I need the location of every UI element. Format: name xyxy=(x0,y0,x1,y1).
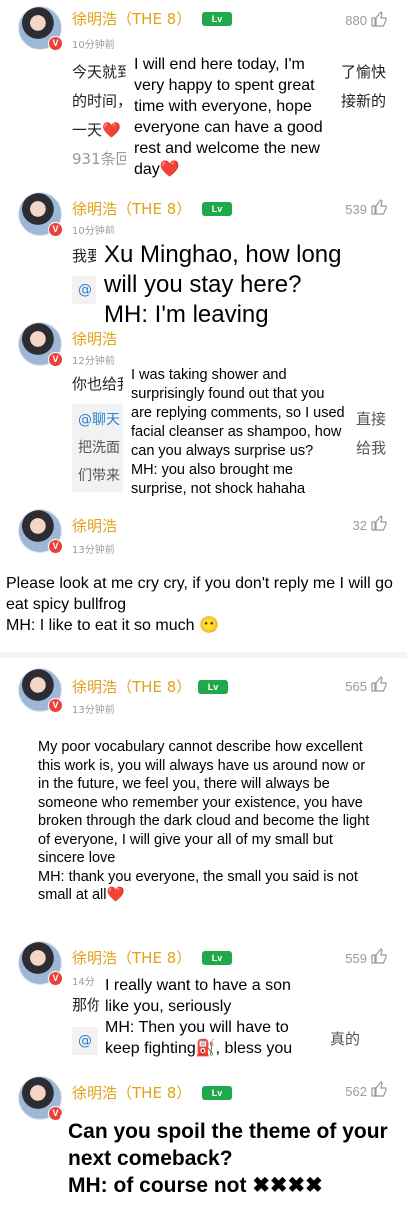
comment-time: 14分 xyxy=(72,977,95,988)
translation-caption: I will end here today, I'm very happy to… xyxy=(126,46,339,188)
level-badge-icon: Lv xyxy=(202,1086,232,1100)
like-count: 880 xyxy=(345,13,367,28)
comment-2: V 徐明浩（THE 8） Lv 10分钟前 539 我要 @ Xu Mingha… xyxy=(0,190,407,336)
translation-caption: My poor vocabulary cannot describe how e… xyxy=(28,730,390,913)
like-count: 562 xyxy=(345,1084,367,1099)
commenter-name[interactable]: 徐明浩（THE 8） xyxy=(72,1082,191,1103)
like-count: 565 xyxy=(345,679,367,694)
thumbs-up-icon[interactable] xyxy=(371,515,387,531)
comment-text-line: 今天就到 xyxy=(72,63,133,81)
commenter-name[interactable]: 徐明浩（THE 8） xyxy=(72,8,191,29)
commenter-name[interactable]: 徐明浩 xyxy=(72,328,117,349)
comment-text-line: 那你 xyxy=(72,996,103,1014)
like-count: 32 xyxy=(352,518,367,533)
thumbs-up-icon[interactable] xyxy=(371,948,387,964)
quoted-reply: @ xyxy=(72,276,98,304)
comment-time: 13分钟前 xyxy=(72,705,115,716)
thumbs-up-icon[interactable] xyxy=(371,1081,387,1097)
comment-time: 12分钟前 xyxy=(72,356,115,367)
level-badge-icon: Lv xyxy=(202,12,232,26)
reply-count-link[interactable]: 931条回 xyxy=(72,145,131,174)
verified-badge-icon: V xyxy=(48,971,63,986)
translation-caption: Can you spoil the theme of your next com… xyxy=(60,1112,400,1205)
comment-7: V 徐明浩（THE 8） Lv 562 Can you spoil the th… xyxy=(0,1070,407,1205)
comment-1: V 徐明浩（THE 8） Lv 10分钟前 880 今天就到 的时间， 一天❤️… xyxy=(0,0,407,190)
translation-caption: I really want to have a son like you, se… xyxy=(99,969,314,1065)
comment-5: V 徐明浩（THE 8） Lv 13分钟前 565 My poor vocabu… xyxy=(0,660,407,930)
divider xyxy=(0,652,407,658)
commenter-name[interactable]: 徐明浩（THE 8） xyxy=(72,198,191,219)
comment-4: V 徐明浩 13分钟前 32 Please look at me cry cry… xyxy=(0,505,407,655)
level-badge-icon: Lv xyxy=(202,202,232,216)
comment-time: 13分钟前 xyxy=(72,545,115,556)
quoted-reply: @ xyxy=(72,1027,98,1055)
comment-text-right: 真的 xyxy=(330,1030,361,1048)
thumbs-up-icon[interactable] xyxy=(371,676,387,692)
comment-text-line: 的时间， xyxy=(72,92,133,110)
comment-text-right: 直接 xyxy=(356,410,387,428)
mention-link[interactable]: @ xyxy=(78,1033,92,1049)
comment-time: 10分钟前 xyxy=(72,40,115,51)
thumbs-up-icon[interactable] xyxy=(371,199,387,215)
verified-badge-icon: V xyxy=(48,352,63,367)
like-count: 559 xyxy=(345,951,367,966)
comment-text-right: 接新的 xyxy=(341,92,387,110)
commenter-name[interactable]: 徐明浩（THE 8） xyxy=(72,676,191,697)
comment-6: V 徐明浩（THE 8） Lv 14分 559 那你 @ 真的 I really… xyxy=(0,935,407,1070)
commenter-name[interactable]: 徐明浩 xyxy=(72,515,117,536)
comment-text-right: 了愉快 xyxy=(341,63,387,81)
like-count: 539 xyxy=(345,202,367,217)
verified-badge-icon: V xyxy=(48,36,63,51)
comment-text-line: 一天❤️ xyxy=(72,121,121,139)
level-badge-icon: Lv xyxy=(198,680,228,694)
verified-badge-icon: V xyxy=(48,222,63,237)
translation-caption: Please look at me cry cry, if you don't … xyxy=(0,565,407,644)
comment-3: V 徐明浩 12分钟前 你也给我 @聊天 把洗面 们带来 直接 给我 I was… xyxy=(0,320,407,510)
verified-badge-icon: V xyxy=(48,698,63,713)
comment-text-right: 给我 xyxy=(356,439,387,457)
thumbs-up-icon[interactable] xyxy=(371,11,387,27)
level-badge-icon: Lv xyxy=(202,951,232,965)
mention-link[interactable]: @ xyxy=(78,282,92,298)
commenter-name[interactable]: 徐明浩（THE 8） xyxy=(72,947,191,968)
translation-caption: I was taking shower and surprisingly fou… xyxy=(123,358,355,507)
verified-badge-icon: V xyxy=(48,539,63,554)
